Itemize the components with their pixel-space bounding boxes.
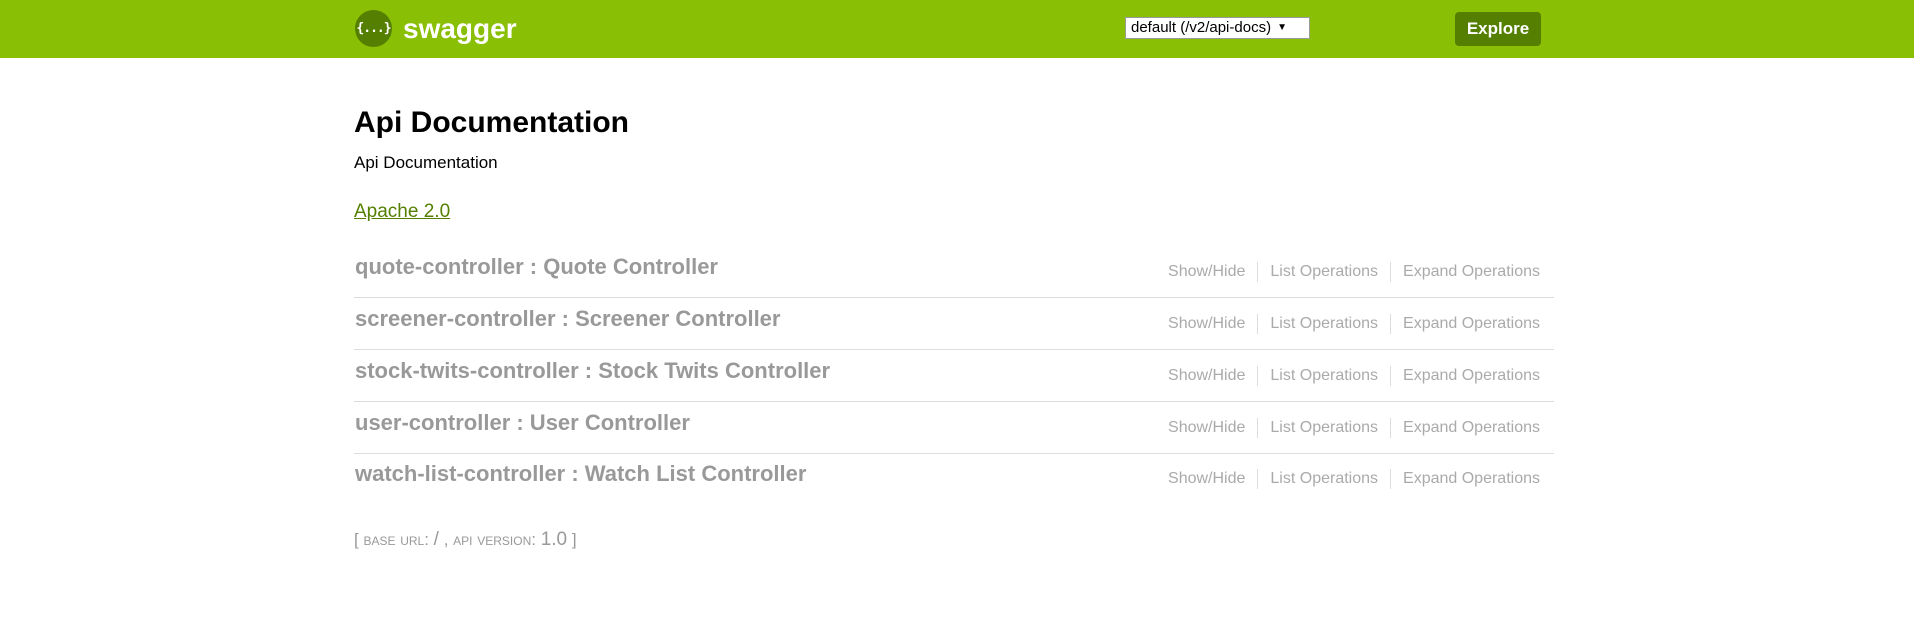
page-title: Api Documentation: [354, 106, 629, 139]
api-definition-select-value: default (/v2/api-docs): [1131, 19, 1272, 36]
list-operations-link[interactable]: List Operations: [1257, 469, 1390, 489]
resource-operations: Show/Hide List Operations Expand Operati…: [1156, 314, 1540, 334]
show-hide-link[interactable]: Show/Hide: [1156, 469, 1257, 489]
list-operations-link[interactable]: List Operations: [1257, 314, 1390, 334]
expand-operations-link[interactable]: Expand Operations: [1390, 469, 1540, 489]
show-hide-link[interactable]: Show/Hide: [1156, 262, 1257, 282]
swagger-logo-text: swagger: [403, 13, 517, 44]
resource-title-link[interactable]: stock-twits-controller : Stock Twits Con…: [355, 358, 830, 384]
info-separator: ,: [443, 530, 449, 549]
resource-row: quote-controller : Quote Controller Show…: [354, 246, 1554, 298]
resource-operations: Show/Hide List Operations Expand Operati…: [1156, 366, 1540, 386]
resource-operations: Show/Hide List Operations Expand Operati…: [1156, 418, 1540, 438]
show-hide-link[interactable]: Show/Hide: [1156, 366, 1257, 386]
list-operations-link[interactable]: List Operations: [1257, 418, 1390, 438]
api-description: Api Documentation: [354, 153, 498, 172]
resource-row: watch-list-controller : Watch List Contr…: [354, 453, 1554, 505]
swagger-logo-icon: {...}: [355, 10, 392, 47]
resource-operations: Show/Hide List Operations Expand Operati…: [1156, 262, 1540, 282]
resource-row: user-controller : User Controller Show/H…: [354, 402, 1554, 454]
expand-operations-link[interactable]: Expand Operations: [1390, 314, 1540, 334]
swagger-logo[interactable]: {...} swagger: [355, 10, 517, 47]
expand-operations-link[interactable]: Expand Operations: [1390, 418, 1540, 438]
resource-row: stock-twits-controller : Stock Twits Con…: [354, 350, 1554, 402]
resource-title-link[interactable]: watch-list-controller : Watch List Contr…: [355, 461, 806, 487]
show-hide-link[interactable]: Show/Hide: [1156, 314, 1257, 334]
explore-button[interactable]: Explore: [1455, 12, 1541, 46]
resource-operations: Show/Hide List Operations Expand Operati…: [1156, 469, 1540, 489]
resource-title-link[interactable]: screener-controller : Screener Controlle…: [355, 306, 780, 332]
license-link[interactable]: Apache 2.0: [354, 201, 450, 223]
api-version-value: 1.0: [540, 529, 568, 550]
api-base-info: [ BASE URL: / , API VERSION: 1.0 ]: [354, 529, 577, 551]
expand-operations-link[interactable]: Expand Operations: [1390, 366, 1540, 386]
resource-title-link[interactable]: quote-controller : Quote Controller: [355, 254, 718, 280]
open-bracket: [: [354, 530, 359, 549]
base-url-label: BASE URL:: [363, 530, 429, 549]
resource-title-link[interactable]: user-controller : User Controller: [355, 410, 690, 436]
api-definition-select[interactable]: default (/v2/api-docs) ▼: [1125, 17, 1310, 39]
list-operations-link[interactable]: List Operations: [1257, 366, 1390, 386]
list-operations-link[interactable]: List Operations: [1257, 262, 1390, 282]
base-url-value: /: [433, 529, 439, 550]
resource-row: screener-controller : Screener Controlle…: [354, 298, 1554, 350]
top-header-bar: {...} swagger default (/v2/api-docs) ▼ E…: [0, 0, 1914, 58]
dropdown-arrow-icon: ▼: [1277, 22, 1287, 33]
close-bracket: ]: [571, 530, 577, 549]
show-hide-link[interactable]: Show/Hide: [1156, 418, 1257, 438]
expand-operations-link[interactable]: Expand Operations: [1390, 262, 1540, 282]
api-version-label: API VERSION:: [453, 530, 536, 549]
